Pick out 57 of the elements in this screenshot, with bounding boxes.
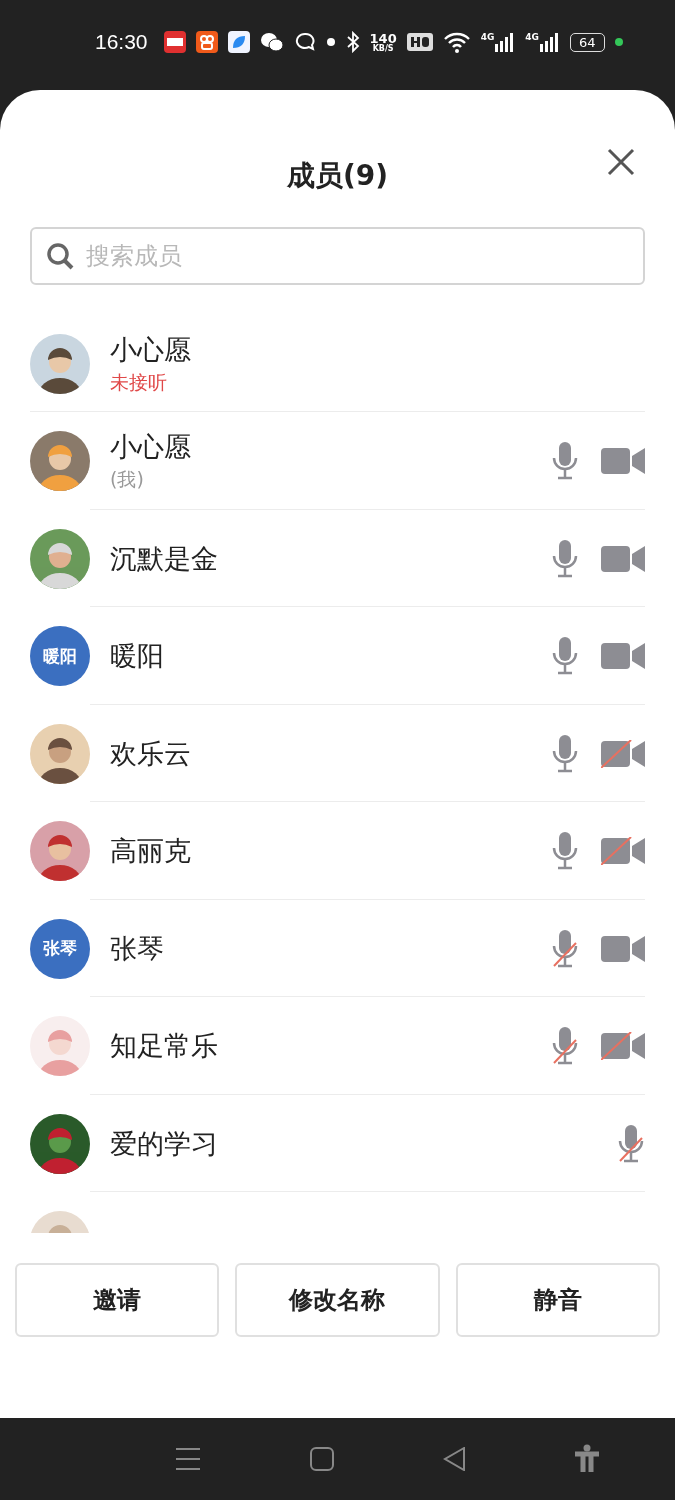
muted-microphone-icon[interactable] xyxy=(551,928,579,969)
camera-off-icon[interactable] xyxy=(601,1032,645,1061)
network-speed: 140 xyxy=(369,31,397,45)
video-camera-icon[interactable] xyxy=(601,934,645,963)
member-status: 未接听 xyxy=(110,369,168,395)
wifi-icon xyxy=(442,31,471,53)
hd-icon xyxy=(406,33,433,51)
member-name: 小心愿 xyxy=(110,430,192,465)
avatar-initials: 暖阳 xyxy=(30,626,90,687)
chat-app-icon xyxy=(259,31,284,53)
video-camera-icon[interactable] xyxy=(601,544,645,573)
avatar-initials: 张琴 xyxy=(30,918,90,979)
camera-off-icon[interactable] xyxy=(601,739,645,768)
back-triangle-icon[interactable] xyxy=(443,1447,466,1471)
microphone-icon[interactable] xyxy=(551,538,579,579)
speed-unit: KB/S xyxy=(372,44,394,53)
member-status: (我) xyxy=(110,467,145,493)
muted-microphone-icon[interactable] xyxy=(617,1123,645,1164)
news-app-icon xyxy=(163,31,186,53)
menu-icon[interactable] xyxy=(174,1447,201,1471)
signal-icon xyxy=(495,32,516,52)
muted-microphone-icon[interactable] xyxy=(551,1026,579,1067)
leaf-app-icon xyxy=(227,31,250,53)
network-type: 4G xyxy=(525,32,539,42)
home-square-icon[interactable] xyxy=(309,1447,334,1471)
chat-bubble-icon xyxy=(293,31,316,53)
member-name: 高丽克 xyxy=(110,834,192,869)
action-button[interactable]: 静音 xyxy=(455,1262,660,1337)
signal-icon xyxy=(540,32,560,52)
search-field[interactable]: 搜索成员 xyxy=(30,226,645,285)
member-name: 小心愿 xyxy=(110,332,192,367)
member-name: 张琴 xyxy=(110,931,165,966)
member-name: 暖阳 xyxy=(110,639,165,674)
indicator-dot-icon xyxy=(614,38,623,46)
clock: 16:30 xyxy=(95,30,148,54)
action-button[interactable]: 修改名称 xyxy=(235,1262,440,1337)
video-app-icon xyxy=(195,31,218,53)
microphone-icon[interactable] xyxy=(551,831,579,872)
video-camera-icon[interactable] xyxy=(601,642,645,671)
member-name: 知足常乐 xyxy=(110,1029,219,1064)
microphone-icon[interactable] xyxy=(551,636,579,677)
member-name: 沉默是金 xyxy=(110,541,219,576)
microphone-icon[interactable] xyxy=(551,733,579,774)
action-button[interactable]: 邀请 xyxy=(15,1262,220,1337)
dot-icon xyxy=(325,37,336,47)
dialog-title: 成员(9) xyxy=(286,158,389,195)
close-icon[interactable] xyxy=(607,148,635,176)
accessibility-icon[interactable] xyxy=(574,1444,601,1474)
bluetooth-icon xyxy=(345,31,360,53)
video-camera-icon[interactable] xyxy=(601,447,645,476)
search-icon xyxy=(46,241,74,270)
member-name: 爱的学习 xyxy=(110,1126,219,1161)
microphone-icon[interactable] xyxy=(551,441,579,482)
member-name: 欢乐云 xyxy=(110,736,192,771)
battery-level: 64 xyxy=(570,32,605,52)
network-type: 4G xyxy=(480,32,495,42)
camera-off-icon[interactable] xyxy=(601,837,645,866)
